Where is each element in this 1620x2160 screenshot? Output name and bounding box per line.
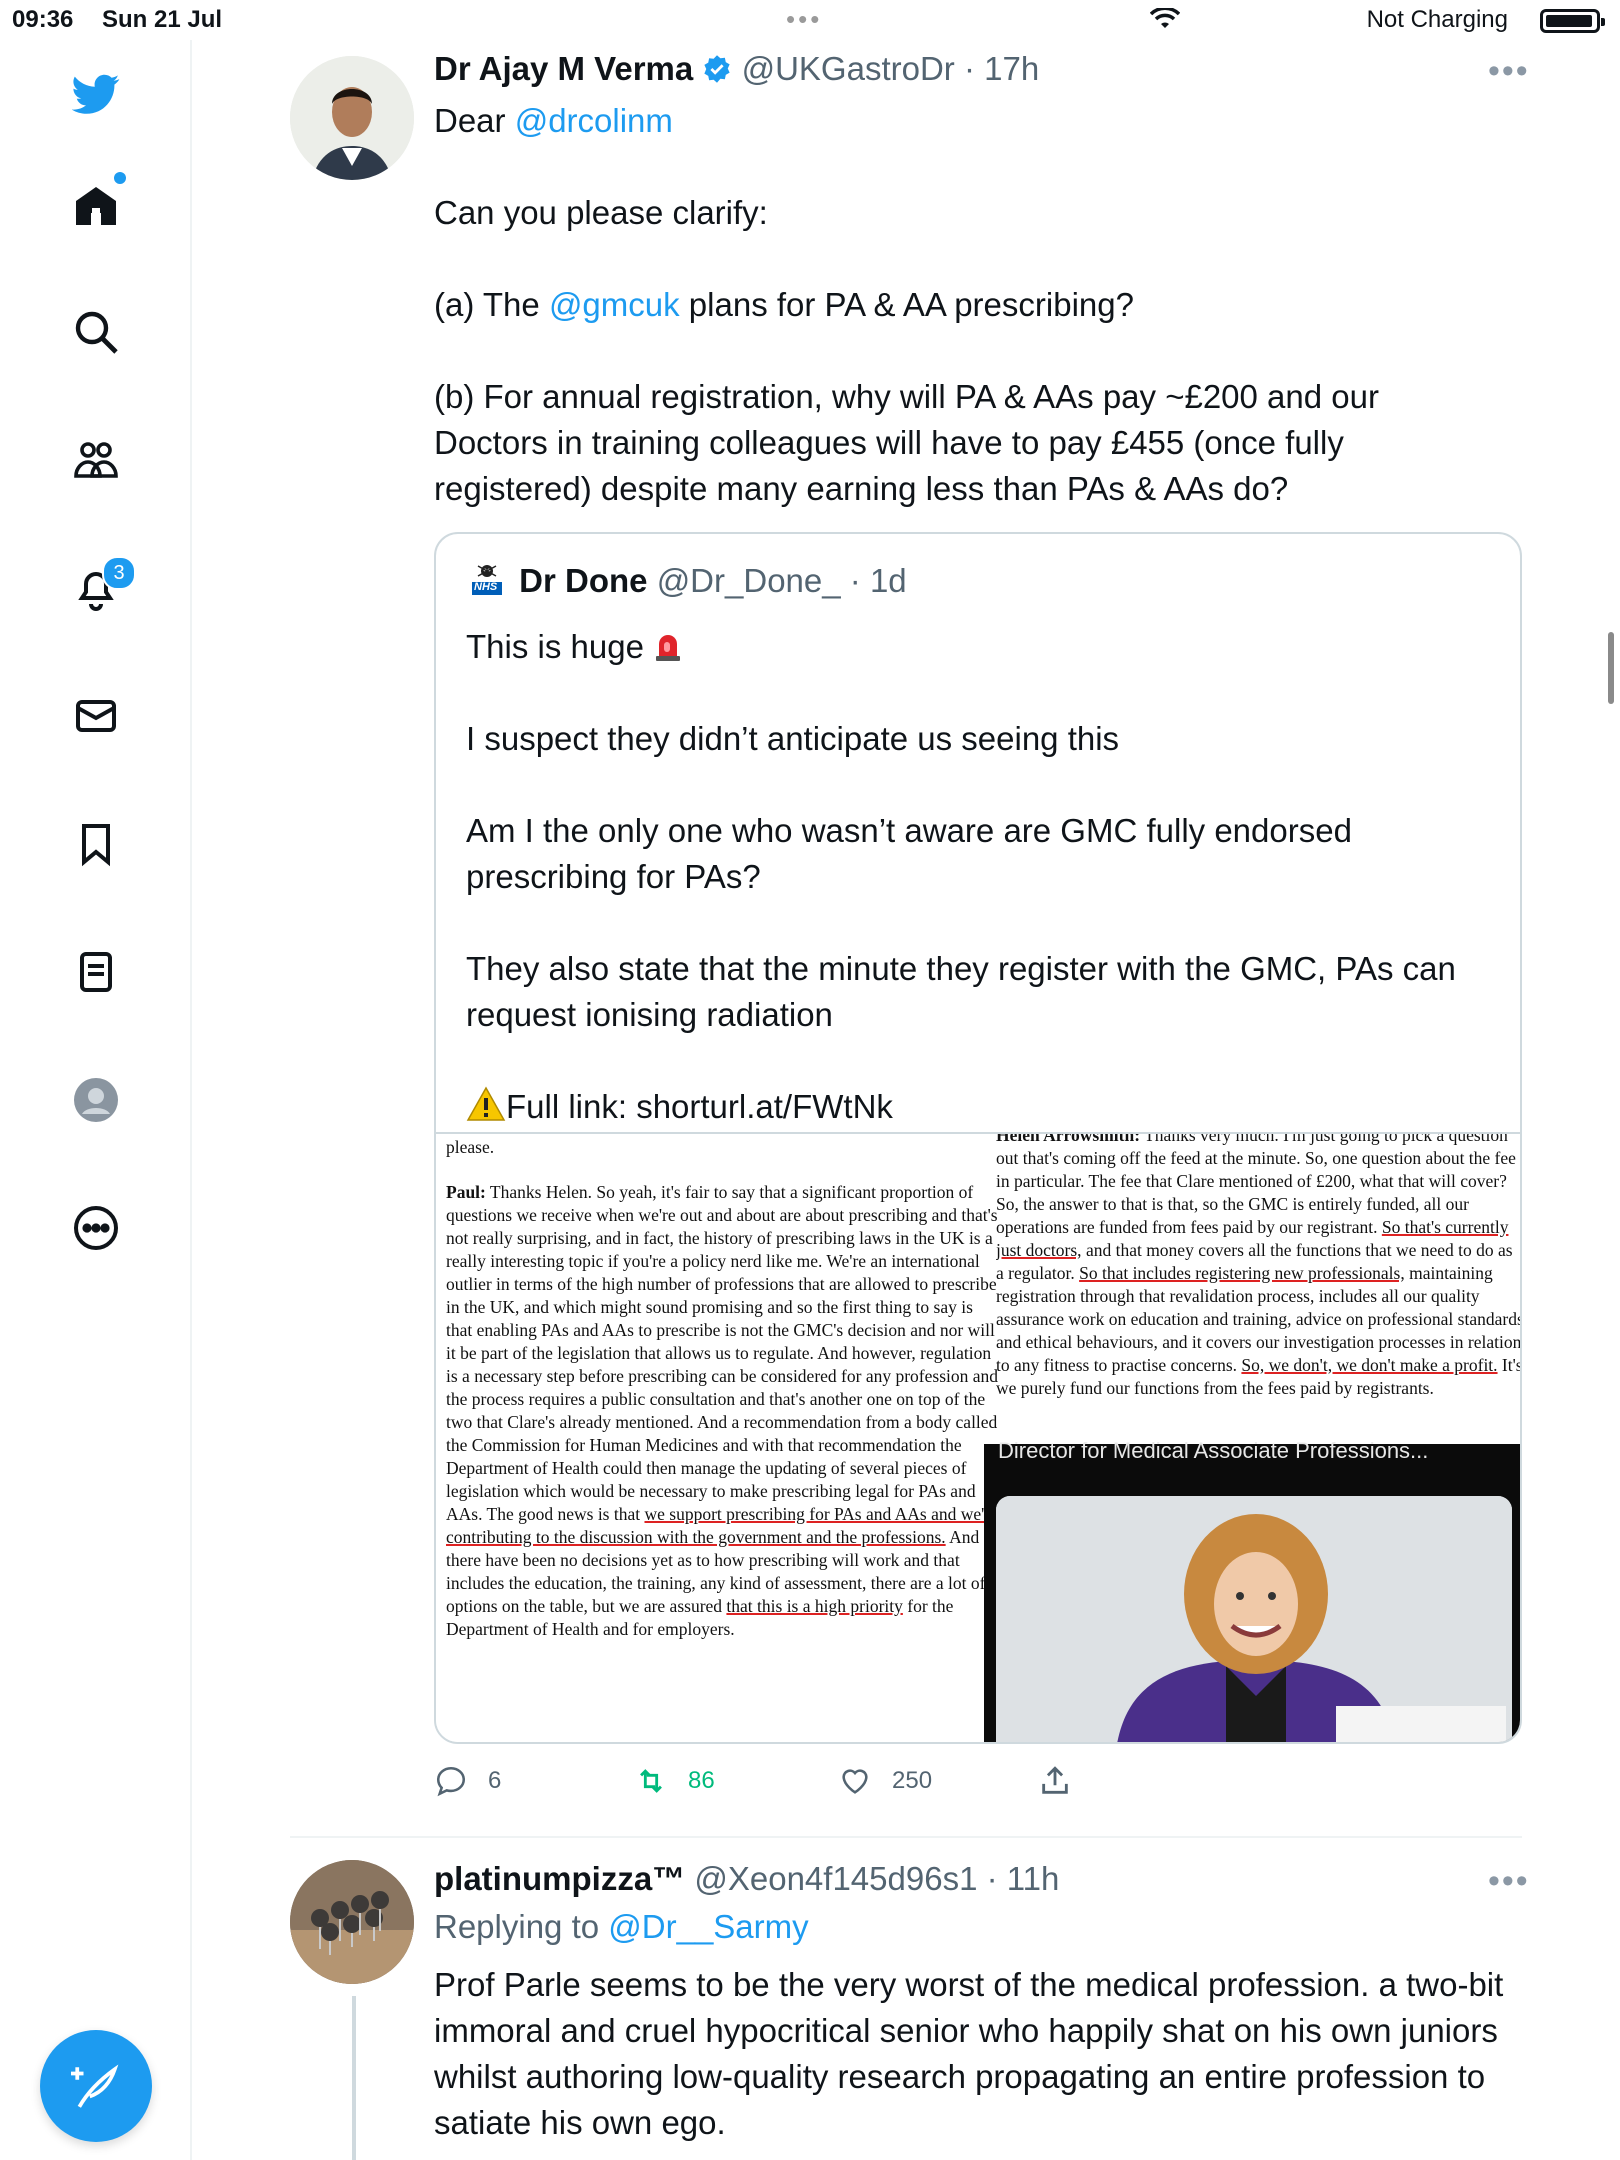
- quoted-tweet[interactable]: NHS Dr Done @Dr_Done_ · 1d This is huge …: [434, 532, 1522, 1744]
- reply-header: platinumpizza™ @Xeon4f145d96s1 · 11h: [434, 1860, 1059, 1898]
- tweet-more-icon[interactable]: •••: [1488, 52, 1530, 91]
- tweet-actions: 6 86 250: [434, 1764, 1134, 1812]
- sidebar: 3: [0, 40, 192, 2160]
- tweet-header: Dr Ajay M Verma @UKGastroDr · 17h: [434, 50, 1039, 88]
- charging-status: Not Charging: [1366, 6, 1508, 33]
- profile-icon[interactable]: [60, 1064, 132, 1136]
- more-icon[interactable]: [60, 1192, 132, 1264]
- siren-emoji-icon: [656, 635, 681, 661]
- retweet-icon: [640, 1769, 662, 1793]
- transcript-right-column: Helen Arrowsmith: Thanks very much. I'm …: [996, 1134, 1520, 1442]
- quote-body: This is huge I suspect they didn’t antic…: [466, 624, 1476, 1130]
- battery-icon: [1540, 9, 1605, 33]
- tweet-line-2: Can you please clarify:: [434, 194, 768, 231]
- home-icon[interactable]: [60, 170, 132, 242]
- author-avatar[interactable]: [290, 56, 414, 180]
- thread-connector-line: [352, 1996, 356, 2160]
- bell-icon[interactable]: 3: [60, 552, 136, 624]
- scrollbar[interactable]: [1608, 632, 1614, 704]
- retweet-count: 86: [688, 1767, 715, 1794]
- nhs-avatar[interactable]: NHS: [470, 562, 504, 596]
- quote-line-1-text: This is huge: [466, 628, 644, 665]
- wifi-icon: [1150, 8, 1180, 28]
- lists-icon[interactable]: [60, 936, 132, 1008]
- replying-to-label: Replying to: [434, 1908, 609, 1945]
- share-button[interactable]: [1038, 1764, 1092, 1798]
- doc-left-speaker: Paul:: [446, 1182, 486, 1202]
- mention-link[interactable]: @gmcuk: [549, 286, 680, 323]
- tweet-line-1: Dear @drcolinm: [434, 98, 1524, 144]
- notification-count-badge: 3: [102, 556, 136, 590]
- quote-header: NHS Dr Done @Dr_Done_ · 1d: [470, 562, 907, 600]
- tweet-line-4: (b) For annual registration, why will PA…: [434, 378, 1379, 507]
- author-name[interactable]: Dr Ajay M Verma: [434, 50, 693, 87]
- replying-to: Replying to @Dr__Sarmy: [434, 1904, 1514, 1950]
- video-thumbnail[interactable]: Director for Medical Associate Professio…: [984, 1438, 1520, 1742]
- home-notification-dot: [114, 172, 126, 184]
- twitter-bird-icon[interactable]: [60, 58, 132, 130]
- mail-icon[interactable]: [60, 680, 132, 752]
- reply-author-avatar[interactable]: [290, 1860, 414, 1984]
- reply-author-handle[interactable]: @Xeon4f145d96s1: [694, 1860, 977, 1897]
- battery-level: [1546, 15, 1592, 27]
- bookmark-icon[interactable]: [60, 808, 132, 880]
- clock-date: Sun 21 Jul: [102, 6, 223, 33]
- multitasking-dots-icon[interactable]: •••: [786, 4, 822, 35]
- clock-time: 09:36: [12, 6, 74, 33]
- quote-author-name[interactable]: Dr Done: [519, 562, 647, 599]
- reply-more-icon[interactable]: •••: [1488, 1862, 1530, 1901]
- verified-badge-icon: [704, 55, 731, 83]
- quote-line-2: I suspect they didn’t anticipate us seei…: [466, 720, 1120, 757]
- author-handle[interactable]: @UKGastroDr: [742, 50, 955, 87]
- communities-icon[interactable]: [60, 424, 132, 496]
- tweet-time[interactable]: · 17h: [964, 50, 1039, 87]
- share-icon: [1042, 1766, 1068, 1794]
- doc-right-underline-2: So that includes registering new profess…: [1079, 1263, 1405, 1283]
- heart-icon: [842, 1769, 868, 1794]
- retweet-button[interactable]: 86: [634, 1764, 715, 1798]
- reply-body: Prof Parle seems to be the very worst of…: [434, 1966, 1504, 2141]
- quote-line-3: Am I the only one who wasn’t aware are G…: [466, 812, 1352, 895]
- replying-to-mention[interactable]: @Dr__Sarmy: [608, 1908, 808, 1945]
- quote-line-5-text: Full link: shorturl.at/FWtNk: [506, 1088, 893, 1125]
- quote-author-handle[interactable]: @Dr_Done_: [657, 562, 841, 599]
- document-image[interactable]: please. Paul: Thanks Helen. So yeah, it'…: [436, 1132, 1520, 1742]
- video-frame: [996, 1496, 1512, 1742]
- reply-time[interactable]: · 11h: [987, 1860, 1060, 1897]
- tweet-line-3: (a) The @gmcuk plans for PA & AA prescri…: [434, 282, 1524, 328]
- transcript-left-column: please. Paul: Thanks Helen. So yeah, it'…: [446, 1134, 998, 1742]
- feather-plus-icon: [71, 2064, 119, 2108]
- doc-right-paragraph: Helen Arrowsmith: Thanks very much. I'm …: [996, 1134, 1520, 1400]
- tweet-line-3-suffix: plans for PA & AA prescribing?: [679, 286, 1134, 323]
- tweet-line-3-text: (a) The: [434, 286, 549, 323]
- status-bar: 09:36 Sun 21 Jul ••• Not Charging: [0, 0, 1620, 40]
- quote-line-5: Full link: shorturl.at/FWtNk: [466, 1084, 1476, 1130]
- doc-left-top: please.: [446, 1137, 495, 1157]
- compose-tweet-button[interactable]: [40, 2030, 152, 2142]
- mention-link[interactable]: @drcolinm: [515, 102, 673, 139]
- doc-left-underline-2: that this is a high priority: [726, 1596, 903, 1616]
- doc-left-paragraph: Paul: Thanks Helen. So yeah, it's fair t…: [446, 1181, 998, 1641]
- warning-emoji-icon: [466, 1086, 506, 1121]
- tweet-line-1-text: Dear: [434, 102, 515, 139]
- reply-author-name[interactable]: platinumpizza™: [434, 1860, 685, 1897]
- reply-icon: [436, 1766, 466, 1797]
- doc-right-speaker: Helen Arrowsmith:: [996, 1134, 1141, 1145]
- doc-left-a: Thanks Helen. So yeah, it's fair to say …: [446, 1182, 998, 1524]
- quote-time[interactable]: · 1d: [850, 562, 907, 599]
- tweet-body: Dear @drcolinm Can you please clarify: (…: [434, 98, 1524, 512]
- doc-right-underline-3: So, we don't, we don't make a profit.: [1241, 1355, 1498, 1375]
- nhs-logo-text: NHS: [474, 581, 498, 593]
- reply-button[interactable]: 6: [434, 1764, 501, 1798]
- video-caption: Director for Medical Associate Professio…: [998, 1438, 1429, 1463]
- reply-count: 6: [488, 1767, 502, 1794]
- speaker-photo: [996, 1496, 1512, 1742]
- search-icon[interactable]: [60, 296, 132, 368]
- like-count: 250: [892, 1767, 933, 1794]
- quote-line-1: This is huge: [466, 624, 1476, 670]
- like-button[interactable]: 250: [838, 1764, 932, 1798]
- quote-line-4: They also state that the minute they reg…: [466, 950, 1456, 1033]
- tweet-divider: [290, 1836, 1522, 1838]
